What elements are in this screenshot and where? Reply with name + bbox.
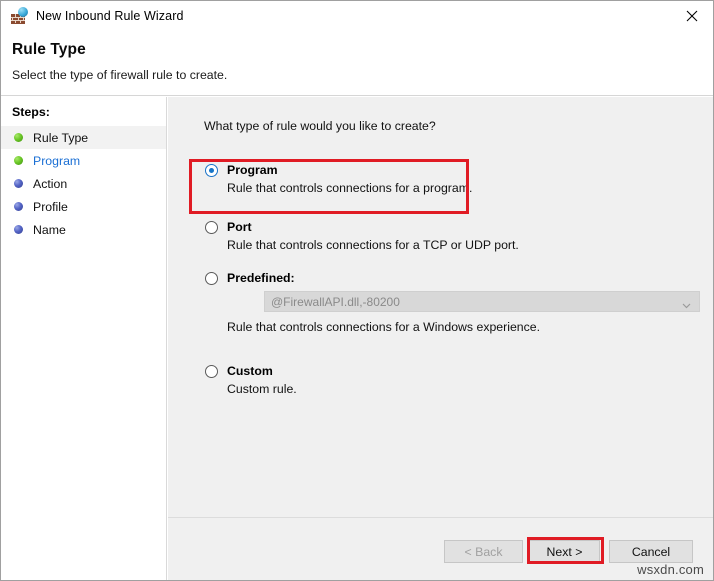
title-bar: New Inbound Rule Wizard: [1, 1, 714, 31]
page-subtitle: Select the type of firewall rule to crea…: [12, 68, 227, 82]
close-icon[interactable]: [669, 1, 714, 31]
step-bullet-icon: [14, 225, 23, 234]
radio-custom[interactable]: [205, 365, 218, 378]
step-bullet-icon: [14, 179, 23, 188]
steps-heading: Steps:: [12, 105, 50, 119]
window-title: New Inbound Rule Wizard: [36, 9, 184, 23]
option-description: Custom rule.: [227, 382, 297, 397]
option-program[interactable]: Program Rule that controls connections f…: [205, 163, 472, 196]
sidebar-item-action[interactable]: Action: [1, 172, 166, 195]
sidebar-item-label[interactable]: Program: [33, 154, 80, 168]
page-title: Rule Type: [12, 41, 86, 59]
predefined-combo-value: @FirewallAPI.dll,-80200: [271, 295, 400, 309]
radio-program[interactable]: [205, 164, 218, 177]
sidebar-item-name[interactable]: Name: [1, 218, 166, 241]
content-pane: What type of rule would you like to crea…: [168, 97, 713, 580]
steps-sidebar: Steps: Rule Type Program Action Profile: [1, 97, 167, 580]
step-bullet-icon: [14, 202, 23, 211]
sidebar-item-label: Profile: [33, 200, 68, 214]
predefined-combo-box: @FirewallAPI.dll,-80200: [264, 291, 700, 312]
firewall-globe-icon: [10, 7, 28, 25]
option-predefined[interactable]: Predefined: @FirewallAPI.dll,-80200: [205, 271, 705, 335]
sidebar-item-label: Name: [33, 223, 66, 237]
step-bullet-icon: [14, 133, 23, 142]
steps-list: Rule Type Program Action Profile Name: [1, 126, 166, 241]
chevron-down-icon: [682, 297, 691, 306]
next-button[interactable]: Next >: [529, 540, 600, 563]
question-text: What type of rule would you like to crea…: [204, 119, 436, 133]
sidebar-item-label: Rule Type: [33, 131, 88, 145]
wizard-body: Steps: Rule Type Program Action Profile: [1, 97, 713, 580]
option-label: Custom: [227, 364, 273, 379]
step-bullet-icon: [14, 156, 23, 165]
page-header: Rule Type Select the type of firewall ru…: [1, 31, 713, 96]
sidebar-item-rule-type[interactable]: Rule Type: [1, 126, 166, 149]
option-description: Rule that controls connections for a TCP…: [227, 238, 519, 253]
radio-port[interactable]: [205, 221, 218, 234]
new-inbound-rule-wizard-window: New Inbound Rule Wizard Rule Type Select…: [0, 0, 714, 581]
sidebar-item-label: Action: [33, 177, 67, 191]
option-label: Program: [227, 163, 278, 178]
option-port[interactable]: Port Rule that controls connections for …: [205, 220, 519, 253]
cancel-button[interactable]: Cancel: [609, 540, 693, 563]
option-description: Rule that controls connections for a pro…: [227, 181, 472, 196]
option-label: Predefined:: [227, 271, 295, 286]
wizard-footer: < Back Next > Cancel: [168, 517, 713, 581]
radio-predefined[interactable]: [205, 272, 218, 285]
sidebar-item-profile[interactable]: Profile: [1, 195, 166, 218]
option-description: Rule that controls connections for a Win…: [227, 320, 705, 335]
option-label: Port: [227, 220, 252, 235]
option-custom[interactable]: Custom Custom rule.: [205, 364, 297, 397]
sidebar-item-program[interactable]: Program: [1, 149, 166, 172]
watermark: wsxdn.com: [637, 562, 704, 577]
back-button[interactable]: < Back: [444, 540, 523, 563]
